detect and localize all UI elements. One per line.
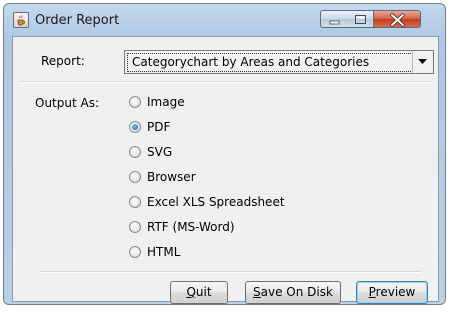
preview-button[interactable]: Preview xyxy=(356,281,428,304)
window-frame: Order Report Report: Categorychart by Ar… xyxy=(3,3,446,305)
radio-button[interactable] xyxy=(129,246,141,258)
radio-button[interactable] xyxy=(129,171,141,183)
report-dropdown-value: Categorychart by Areas and Categories xyxy=(132,55,370,69)
radio-label: Image xyxy=(147,95,185,109)
radio-button[interactable] xyxy=(129,196,141,208)
report-label: Report: xyxy=(41,54,85,68)
radio-button-selected[interactable] xyxy=(129,121,141,133)
maximize-button[interactable] xyxy=(347,10,374,28)
radio-label: RTF (MS-Word) xyxy=(147,220,235,234)
report-dropdown[interactable]: Categorychart by Areas and Categories xyxy=(124,50,434,74)
separator xyxy=(40,271,421,273)
radio-label: PDF xyxy=(147,120,171,134)
radio-label: SVG xyxy=(147,145,173,159)
separator xyxy=(21,81,432,83)
close-button[interactable] xyxy=(374,10,421,28)
chevron-down-icon xyxy=(418,59,427,64)
order-report-window: Order Report Report: Categorychart by Ar… xyxy=(0,0,452,316)
radio-label: Excel XLS Spreadsheet xyxy=(147,195,285,209)
quit-label: uit xyxy=(195,285,212,299)
java-cup-icon xyxy=(13,12,29,28)
maximize-icon xyxy=(355,15,366,24)
save-on-disk-button[interactable]: Save On Disk xyxy=(245,281,341,304)
radio-button[interactable] xyxy=(129,96,141,108)
report-dropdown-focus: Categorychart by Areas and Categories xyxy=(127,53,413,72)
title-bar[interactable]: Order Report xyxy=(8,8,442,34)
window-title: Order Report xyxy=(35,13,120,28)
preview-label: review xyxy=(375,285,416,299)
radio-label: Browser xyxy=(147,170,196,184)
minimize-icon xyxy=(329,20,340,25)
preview-accelerator: P xyxy=(368,285,376,299)
output-as-label: Output As: xyxy=(35,96,100,110)
close-icon xyxy=(390,13,405,27)
radio-label: HTML xyxy=(147,245,181,259)
minimize-button[interactable] xyxy=(320,10,348,28)
radio-button[interactable] xyxy=(129,221,141,233)
radio-button[interactable] xyxy=(129,146,141,158)
save-accelerator: S xyxy=(253,285,261,299)
save-label: ave On Disk xyxy=(260,285,333,299)
dialog-content: Report: Categorychart by Areas and Categ… xyxy=(12,36,439,304)
quit-accelerator: Q xyxy=(186,285,196,299)
quit-button[interactable]: Quit xyxy=(170,281,228,304)
dropdown-arrow-button[interactable] xyxy=(412,51,433,73)
